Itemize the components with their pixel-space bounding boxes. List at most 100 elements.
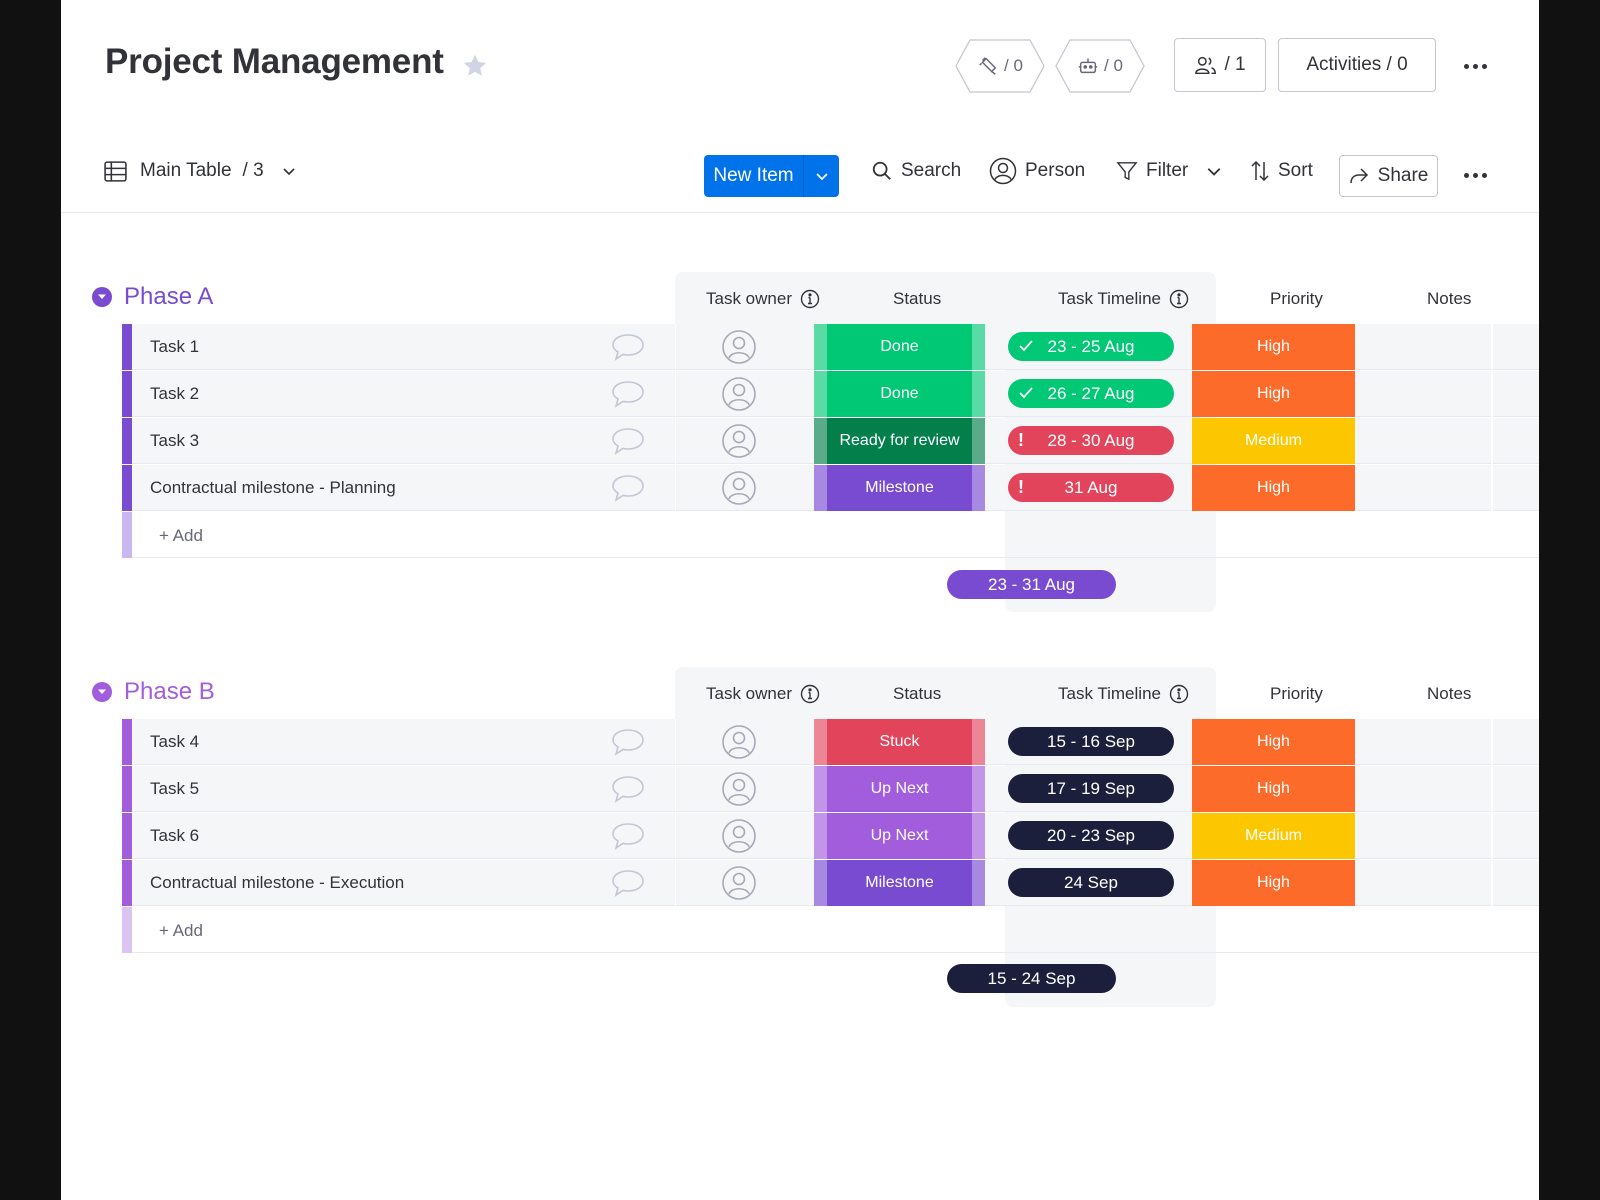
person-avatar-icon[interactable]: [721, 423, 757, 459]
add-item-label[interactable]: + Add: [159, 921, 203, 941]
add-item-row[interactable]: + Add: [122, 512, 1539, 558]
priority-cell[interactable]: High: [1192, 860, 1355, 906]
info-icon[interactable]: [800, 289, 820, 309]
chat-bubble-icon[interactable]: [611, 333, 645, 361]
item-name[interactable]: Task 6: [150, 826, 199, 846]
item-name[interactable]: Contractual milestone - Planning: [150, 478, 396, 498]
status-cell[interactable]: Up Next: [814, 813, 985, 859]
table-row[interactable]: Contractual milestone - Execution Milest…: [122, 860, 1539, 906]
table-row[interactable]: Task 6 Up Next 20 - 23 Sep Medium: [122, 813, 1539, 859]
chat-bubble-icon[interactable]: [611, 728, 645, 756]
table-row[interactable]: Task 1 Done 23 - 25 Aug High: [122, 324, 1539, 370]
table-row[interactable]: Task 2 Done 26 - 27 Aug High: [122, 371, 1539, 417]
chat-bubble-icon[interactable]: [611, 474, 645, 502]
column-header-task-timeline[interactable]: Task Timeline: [1058, 684, 1189, 704]
column-header-priority[interactable]: Priority: [1270, 684, 1323, 704]
person-avatar-icon[interactable]: [721, 376, 757, 412]
status-cell[interactable]: Done: [814, 324, 985, 370]
star-icon[interactable]: [461, 52, 489, 80]
column-header-task-owner[interactable]: Task owner: [706, 289, 820, 309]
search-button[interactable]: Search: [871, 150, 961, 192]
timeline-label: 20 - 23 Sep: [1047, 825, 1135, 845]
add-item-row[interactable]: + Add: [122, 907, 1539, 953]
group-title[interactable]: Phase A: [124, 283, 213, 311]
column-header-notes[interactable]: Notes: [1427, 684, 1471, 704]
column-header-task-owner[interactable]: Task owner: [706, 684, 820, 704]
timeline-pill[interactable]: 24 Sep: [1008, 868, 1174, 897]
column-header-task-timeline[interactable]: Task Timeline: [1058, 289, 1189, 309]
collapse-group-icon[interactable]: [92, 287, 112, 307]
status-edge: [814, 371, 827, 417]
item-name[interactable]: Task 3: [150, 431, 199, 451]
timeline-pill[interactable]: 17 - 19 Sep: [1008, 774, 1174, 803]
person-filter-button[interactable]: Person: [989, 150, 1085, 192]
info-icon[interactable]: [1169, 289, 1189, 309]
priority-cell[interactable]: Medium: [1192, 813, 1355, 859]
person-avatar-icon[interactable]: [721, 818, 757, 854]
item-name[interactable]: Contractual milestone - Execution: [150, 873, 404, 893]
chat-bubble-icon[interactable]: [611, 380, 645, 408]
status-cell[interactable]: Milestone: [814, 860, 985, 906]
person-avatar-icon[interactable]: [721, 724, 757, 760]
board-title[interactable]: Project Management: [105, 42, 444, 82]
toolbar-more-menu-icon[interactable]: [1464, 173, 1487, 178]
status-cell[interactable]: Stuck: [814, 719, 985, 765]
priority-cell[interactable]: High: [1192, 371, 1355, 417]
person-avatar-icon[interactable]: [721, 470, 757, 506]
priority-cell[interactable]: High: [1192, 465, 1355, 511]
priority-cell[interactable]: High: [1192, 324, 1355, 370]
column-header-status[interactable]: Status: [893, 684, 941, 704]
members-button[interactable]: / 1: [1174, 38, 1266, 92]
integrations-button[interactable]: / 0: [954, 38, 1046, 94]
view-selector[interactable]: Main Table / 3: [103, 150, 296, 192]
info-icon[interactable]: [1169, 684, 1189, 704]
priority-cell[interactable]: High: [1192, 719, 1355, 765]
person-avatar-icon[interactable]: [721, 771, 757, 807]
timeline-pill[interactable]: ! 28 - 30 Aug: [1008, 426, 1174, 455]
filter-button[interactable]: Filter: [1116, 150, 1222, 192]
table-row[interactable]: Task 4 Stuck 15 - 16 Sep High: [122, 719, 1539, 765]
new-item-button[interactable]: New Item: [704, 155, 839, 197]
new-item-dropdown-icon[interactable]: [804, 155, 839, 197]
timeline-pill[interactable]: 20 - 23 Sep: [1008, 821, 1174, 850]
person-avatar-icon[interactable]: [721, 865, 757, 901]
info-icon[interactable]: [800, 684, 820, 704]
chat-bubble-icon[interactable]: [611, 869, 645, 897]
chevron-down-icon[interactable]: [1206, 163, 1222, 179]
item-name[interactable]: Task 2: [150, 384, 199, 404]
board-more-menu-icon[interactable]: [1464, 64, 1487, 69]
activities-button[interactable]: Activities / 0: [1278, 38, 1436, 92]
share-button[interactable]: Share: [1339, 155, 1438, 197]
status-cell[interactable]: Up Next: [814, 766, 985, 812]
priority-cell[interactable]: Medium: [1192, 418, 1355, 464]
new-item-label[interactable]: New Item: [704, 155, 804, 197]
item-name[interactable]: Task 4: [150, 732, 199, 752]
person-avatar-icon[interactable]: [721, 329, 757, 365]
timeline-pill[interactable]: 23 - 25 Aug: [1008, 332, 1174, 361]
item-name[interactable]: Task 1: [150, 337, 199, 357]
status-cell[interactable]: Milestone: [814, 465, 985, 511]
item-name[interactable]: Task 5: [150, 779, 199, 799]
status-cell[interactable]: Done: [814, 371, 985, 417]
table-row[interactable]: Task 3 Ready for review ! 28 - 30 Aug Med…: [122, 418, 1539, 464]
cell-separator: [675, 719, 676, 765]
group-title[interactable]: Phase B: [124, 678, 215, 706]
chat-bubble-icon[interactable]: [611, 775, 645, 803]
table-row[interactable]: Task 5 Up Next 17 - 19 Sep High: [122, 766, 1539, 812]
collapse-group-icon[interactable]: [92, 682, 112, 702]
priority-cell[interactable]: High: [1192, 766, 1355, 812]
sort-button[interactable]: Sort: [1250, 150, 1313, 192]
view-label: Main Table: [140, 160, 232, 181]
add-item-label[interactable]: + Add: [159, 526, 203, 546]
column-header-status[interactable]: Status: [893, 289, 941, 309]
table-row[interactable]: Contractual milestone - Planning Milesto…: [122, 465, 1539, 511]
timeline-pill[interactable]: 15 - 16 Sep: [1008, 727, 1174, 756]
timeline-pill[interactable]: ! 31 Aug: [1008, 473, 1174, 502]
status-cell[interactable]: Ready for review: [814, 418, 985, 464]
column-header-priority[interactable]: Priority: [1270, 289, 1323, 309]
chat-bubble-icon[interactable]: [611, 822, 645, 850]
automations-button[interactable]: / 0: [1054, 38, 1146, 94]
timeline-pill[interactable]: 26 - 27 Aug: [1008, 379, 1174, 408]
chat-bubble-icon[interactable]: [611, 427, 645, 455]
column-header-notes[interactable]: Notes: [1427, 289, 1471, 309]
